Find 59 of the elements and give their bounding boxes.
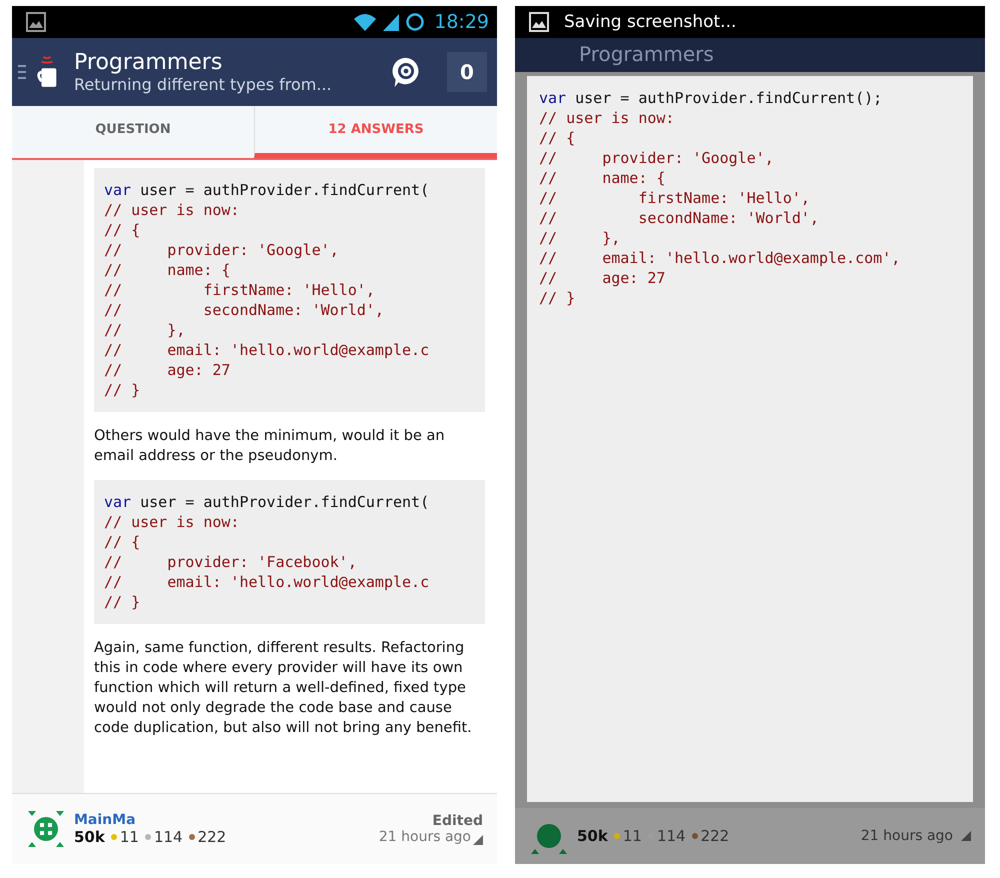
code-line: // provider: 'Facebook', <box>104 552 358 572</box>
notification-text: Saving screenshot... <box>564 12 736 32</box>
inbox-count[interactable]: 0 <box>447 52 487 92</box>
answer-paragraph: Others would have the minimum, would it be an email address or the pseudonym. <box>94 427 446 466</box>
code-line: // secondName: 'World', <box>104 300 385 320</box>
code-line: // provider: 'Google', <box>539 148 775 168</box>
reputation: 50k <box>74 828 105 846</box>
code-line: // } <box>104 380 142 400</box>
code-line: // firstName: 'Hello', <box>539 188 811 208</box>
code-line: // provider: 'Google', <box>104 240 340 260</box>
code-line: // firstName: 'Hello', <box>104 280 376 300</box>
code-line: // age: 27 <box>539 268 666 288</box>
edit-time: 21 hours ago <box>860 828 953 844</box>
status-time: 18:29 <box>434 11 489 33</box>
image-icon <box>26 12 46 32</box>
code-line: // { <box>104 532 142 552</box>
wifi-icon <box>353 12 378 32</box>
code-line: var user = authProvider.findCurrent(); <box>539 88 884 108</box>
corner-triangle-icon <box>961 831 971 841</box>
code-line: // }, <box>539 228 622 248</box>
code-line: // { <box>104 220 142 240</box>
code-line: // } <box>104 592 142 612</box>
badge-count: 11 <box>622 827 642 845</box>
badge-count: 114 <box>656 827 686 845</box>
code-line: // { <box>539 128 576 148</box>
tab[interactable]: 12 ANSWERS <box>254 106 497 158</box>
code-line: // user is now: <box>104 512 240 532</box>
code-line: var user = authProvider.findCurrent( <box>104 492 430 512</box>
code-line: // email: 'hello.world@example.c <box>104 340 430 360</box>
reputation: 50k <box>577 827 608 845</box>
code-line: // age: 27 <box>104 360 232 380</box>
code-line: // } <box>539 288 576 308</box>
tab[interactable]: QUESTION <box>12 106 254 158</box>
corner-triangle-icon <box>473 835 483 845</box>
code-line: // email: 'hello.world@example.c <box>104 572 430 592</box>
sync-icon <box>405 12 426 32</box>
code-line: // user is now: <box>104 200 240 220</box>
code-line: // name: { <box>539 168 666 188</box>
code-line: // secondName: 'World', <box>539 208 820 228</box>
site-title: Programmers <box>74 50 224 75</box>
answer-paragraph: Again, same function, different results. Refactoring this in code where every provider will have its own function which will return a well-defined, fixed type would not only degrade the code base and cause code duplication, but also will not bring any benefit. <box>94 639 473 738</box>
site-title: Programmers <box>579 42 714 66</box>
signal-icon <box>382 12 400 32</box>
code-line: // user is now: <box>539 108 676 128</box>
badge-count: 222 <box>700 827 730 845</box>
edited-label: Edited <box>432 813 483 829</box>
code-line: var user = authProvider.findCurrent( <box>104 180 430 200</box>
code-line: // }, <box>104 320 186 340</box>
question-title: Returning different types from... <box>74 75 333 94</box>
code-line: // name: { <box>104 260 232 280</box>
badge-count: 222 <box>198 828 226 846</box>
avatar-icon[interactable] <box>26 809 66 849</box>
image-icon <box>529 12 549 32</box>
code-line: // email: 'hello.world@example.com', <box>539 248 902 268</box>
badge-count: 114 <box>154 828 183 846</box>
user-name[interactable]: MainMa <box>74 812 230 828</box>
edit-time: 21 hours ago <box>378 829 471 845</box>
menu-icon[interactable] <box>18 62 26 82</box>
badge-count: 11 <box>120 828 139 846</box>
